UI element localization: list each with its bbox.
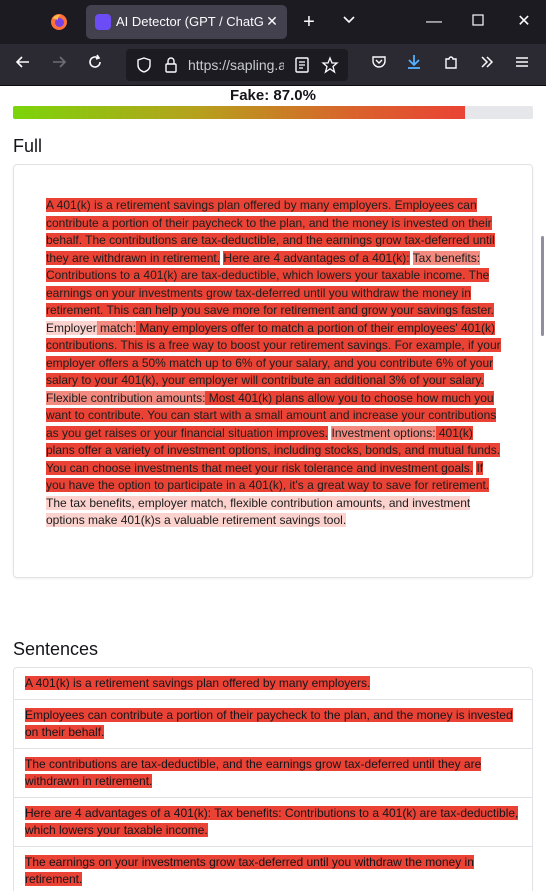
firefox-icon[interactable] xyxy=(50,13,68,31)
forward-button[interactable] xyxy=(48,54,70,76)
sentence-text: Here are 4 advantages of a 401(k): Tax b… xyxy=(25,806,519,837)
fake-score-meter xyxy=(13,106,533,119)
menu-icon xyxy=(516,57,528,67)
url-text[interactable]: https://sapling.ai/ai-content-detector xyxy=(188,57,284,73)
full-text-panel: A 401(k) is a retirement savings plan of… xyxy=(13,164,533,578)
page-content: Fake: 87.0% Full A 401(k) is a retiremen… xyxy=(0,86,546,891)
extensions-icon xyxy=(445,56,457,69)
new-tab-button[interactable]: + xyxy=(298,11,320,33)
sentence-text: A 401(k) is a retirement savings plan of… xyxy=(25,676,371,690)
pocket-button[interactable] xyxy=(368,54,390,76)
highlight-segment: match: xyxy=(96,320,137,335)
chevron-down-icon xyxy=(343,16,355,24)
back-button[interactable] xyxy=(12,54,34,76)
tab-title: AI Detector (GPT / ChatGPT / Claude) xyxy=(116,14,264,29)
highlight-segment: Contributions to a 401(k) are tax-deduct… xyxy=(46,268,494,317)
tab-bar: AI Detector (GPT / ChatGPT / Claude) ✕ +… xyxy=(0,0,546,44)
highlight-segment: Here are 4 advantages of a 401(k): xyxy=(223,250,410,265)
sentence-row: Here are 4 advantages of a 401(k): Tax b… xyxy=(14,798,532,847)
sentence-text: Employees can contribute a portion of th… xyxy=(25,708,513,739)
app-menu-button[interactable] xyxy=(511,54,533,76)
sentence-list: A 401(k) is a retirement savings plan of… xyxy=(13,667,533,891)
reload-icon xyxy=(89,54,101,68)
lock-icon[interactable] xyxy=(162,56,180,74)
minimize-button[interactable]: — xyxy=(423,11,445,33)
maximize-icon xyxy=(472,14,484,26)
maximize-button[interactable] xyxy=(467,11,489,33)
sentence-text: The contributions are tax-deductible, an… xyxy=(25,757,482,788)
sentence-text: The earnings on your investments grow ta… xyxy=(25,855,474,886)
extensions-button[interactable] xyxy=(440,54,462,76)
forward-icon xyxy=(53,56,67,68)
back-icon xyxy=(15,56,29,68)
full-highlighted-text: A 401(k) is a retirement savings plan of… xyxy=(46,197,504,530)
sentence-row: A 401(k) is a retirement savings plan of… xyxy=(14,668,532,700)
list-tabs-button[interactable] xyxy=(338,11,360,33)
pocket-icon xyxy=(372,56,386,68)
highlight-segment: Investment options: xyxy=(331,425,436,440)
download-icon xyxy=(408,55,420,69)
downloads-button[interactable] xyxy=(403,54,425,76)
full-heading: Full xyxy=(13,136,43,156)
sentence-row: The contributions are tax-deductible, an… xyxy=(14,749,532,798)
highlight-segment: The tax benefits, employer match, flexib… xyxy=(46,495,471,527)
reload-button[interactable] xyxy=(84,54,106,76)
active-tab[interactable]: AI Detector (GPT / ChatGPT / Claude) ✕ xyxy=(86,5,287,39)
fake-score-meter-fill xyxy=(13,106,466,119)
fake-score-label: Fake: 87.0% xyxy=(230,87,316,104)
sentence-row: Employees can contribute a portion of th… xyxy=(14,700,532,749)
bookmark-star-icon[interactable] xyxy=(321,56,339,74)
tab-close-icon[interactable]: ✕ xyxy=(263,12,281,30)
overflow-icon xyxy=(481,56,494,68)
highlight-segment: Flexible contribution amounts: xyxy=(46,390,206,405)
page-scrollbar[interactable] xyxy=(541,236,544,336)
address-bar[interactable]: https://sapling.ai/ai-content-detector xyxy=(126,49,348,81)
reader-icon[interactable] xyxy=(293,56,311,74)
overflow-button[interactable] xyxy=(476,54,498,76)
shield-icon[interactable] xyxy=(135,56,153,74)
sapling-favicon-icon xyxy=(95,14,111,30)
close-window-button[interactable]: ✕ xyxy=(513,11,535,33)
sentence-row: The earnings on your investments grow ta… xyxy=(14,847,532,891)
sentences-heading: Sentences xyxy=(13,639,99,659)
highlight-segment: Tax benefits: xyxy=(412,250,481,265)
highlight-segment: Employer xyxy=(46,320,97,335)
navigation-toolbar: https://sapling.ai/ai-content-detector xyxy=(0,44,546,86)
